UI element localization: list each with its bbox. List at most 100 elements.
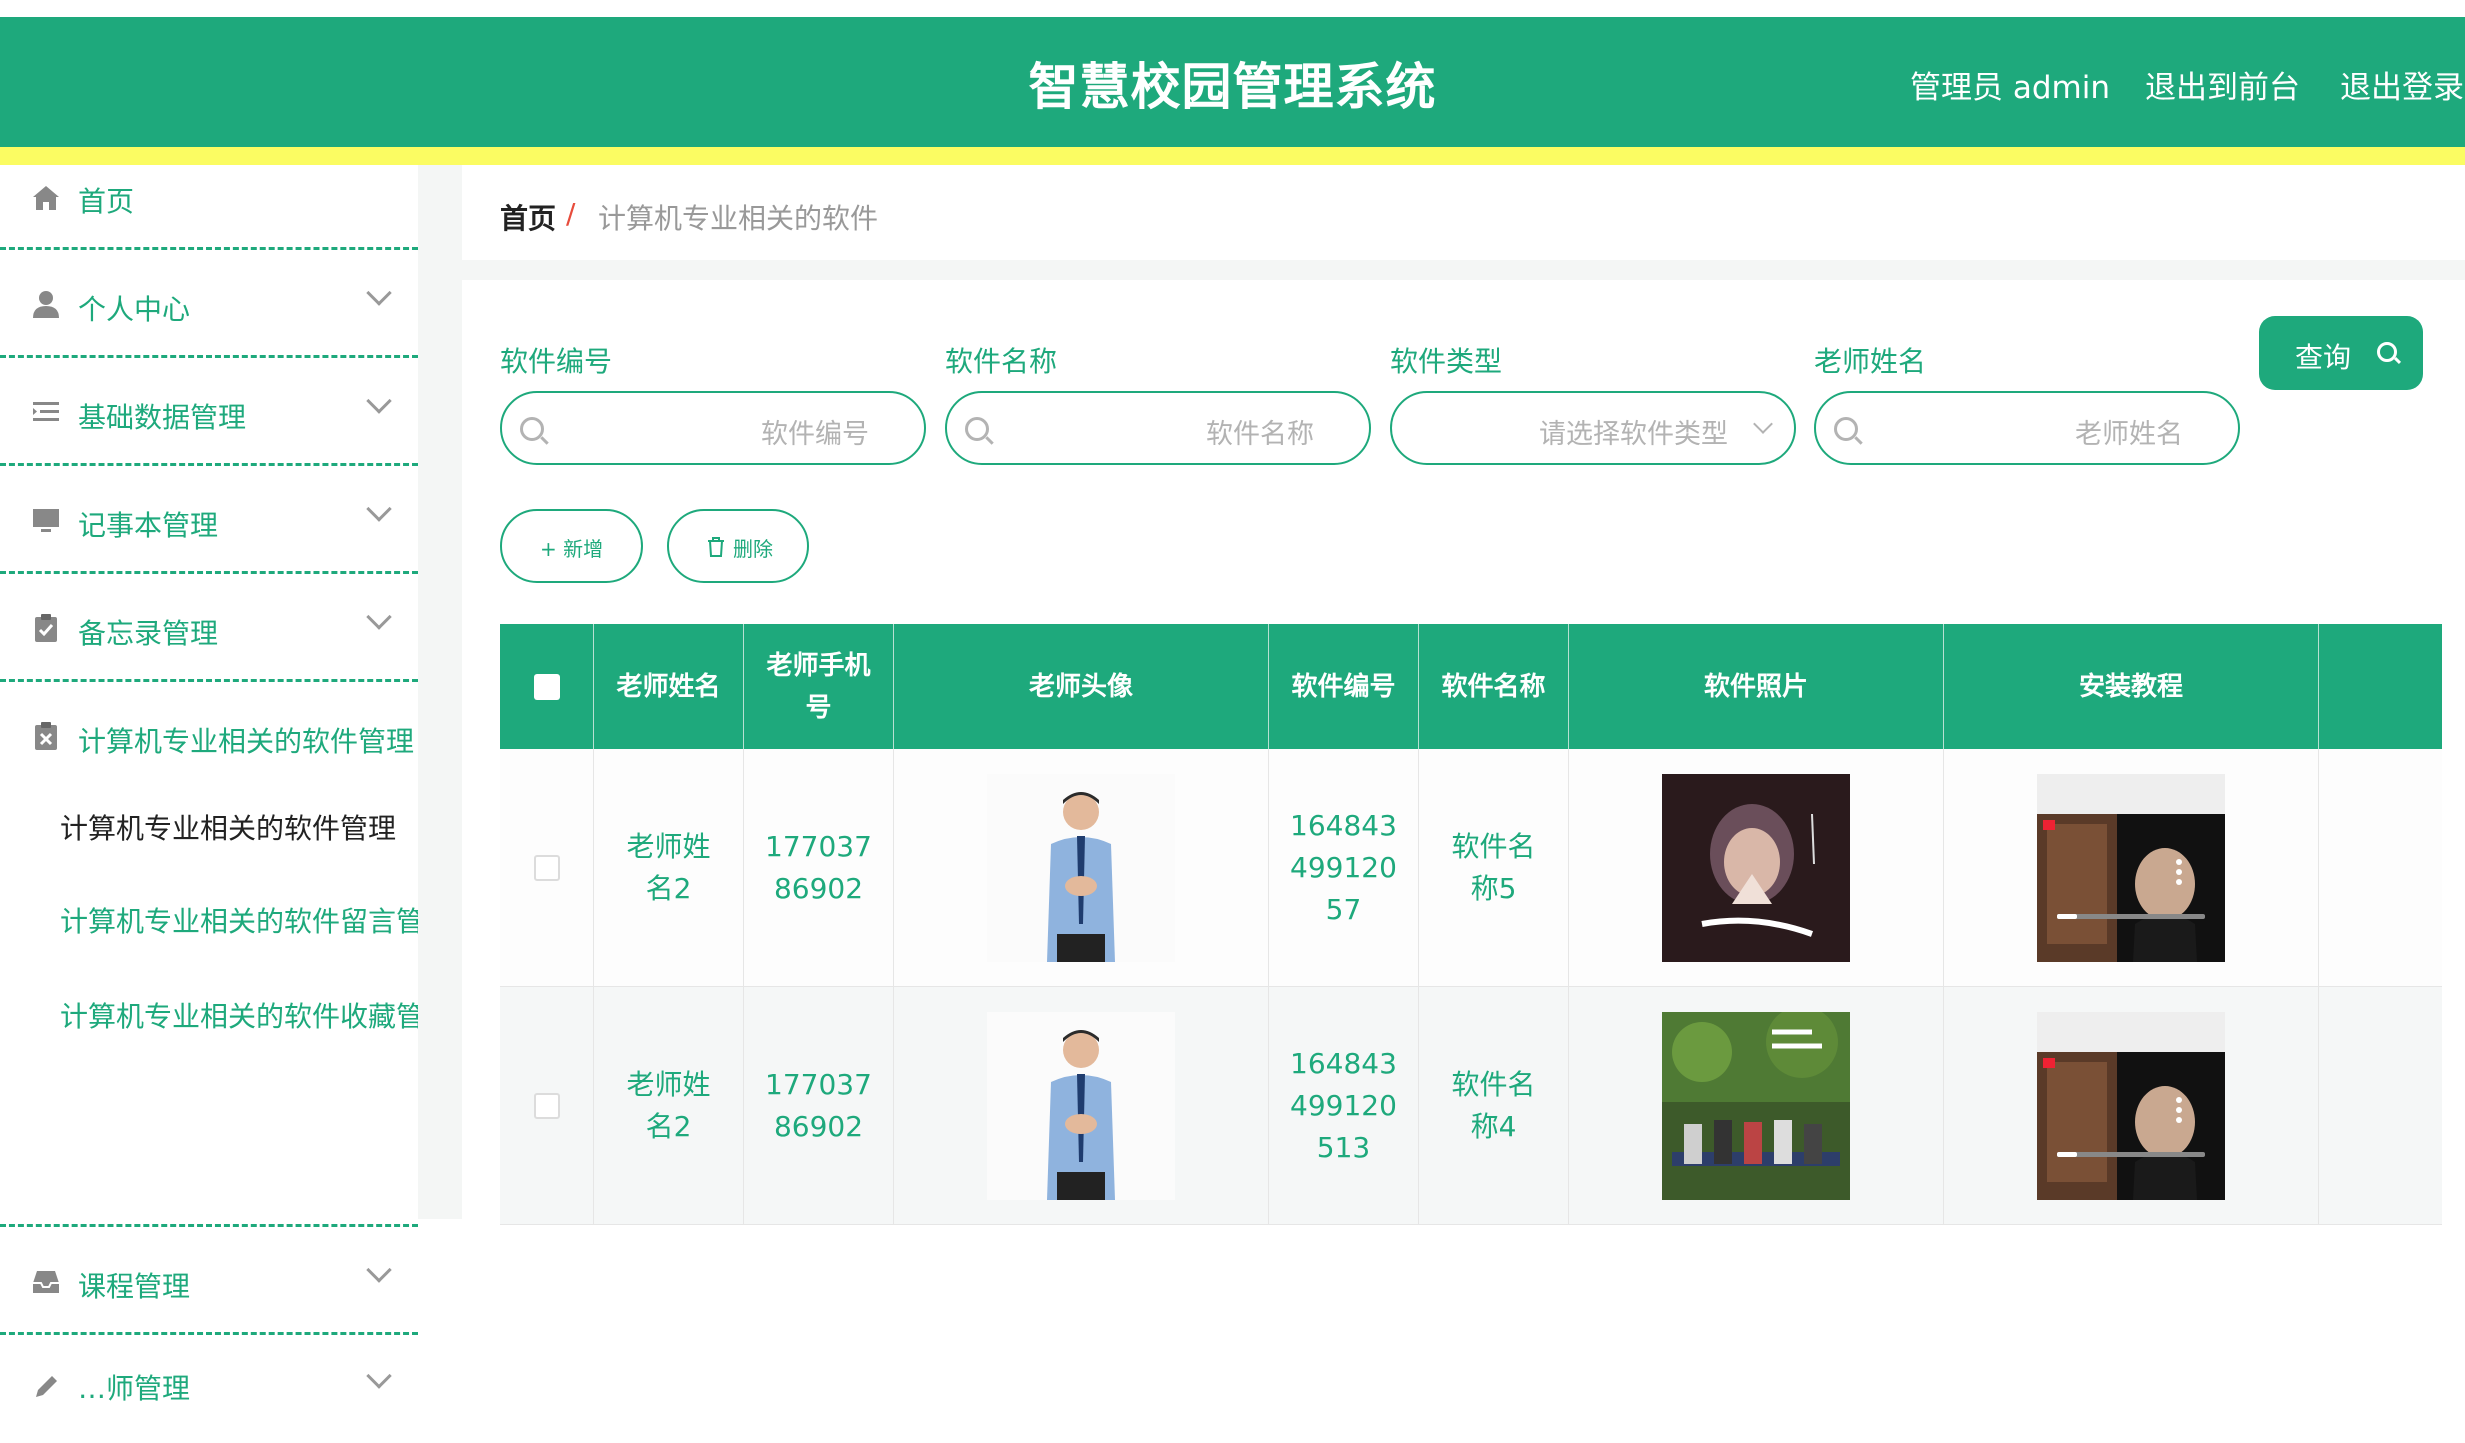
add-button-label: + 新增	[540, 537, 604, 561]
cell-teacher-name: 老师姓名2	[594, 749, 744, 987]
search-icon	[965, 417, 989, 441]
inbox-icon	[33, 1271, 59, 1293]
column-header: 软件名称	[1419, 624, 1569, 749]
sidebar-item-home[interactable]: 首页	[0, 140, 418, 250]
query-button[interactable]: 查询	[2259, 316, 2423, 390]
filter-label-type: 软件类型	[1390, 345, 1503, 378]
sidebar-item-label: 备忘录管理	[78, 617, 219, 650]
sidebar-item-software-management[interactable]: 计算机专业相关的软件管理	[0, 682, 418, 1227]
table-row: 老师姓名2 17703786902 16484349912057 软件名称5	[500, 749, 2442, 987]
admin-user-label[interactable]: 管理员 admin	[1910, 62, 2110, 107]
home-icon	[33, 186, 59, 210]
cell-actions	[2319, 749, 2442, 987]
sidebar-item-teacher[interactable]: …师管理	[0, 1335, 418, 1443]
select-all-checkbox[interactable]	[533, 673, 560, 700]
header-select-all[interactable]	[500, 624, 594, 749]
cell-teacher-avatar	[894, 987, 1269, 1225]
sidebar-subitem-software[interactable]: 计算机专业相关的软件管理	[60, 807, 396, 847]
teacher-name-input[interactable]: 老师姓名	[1814, 391, 2240, 465]
sidebar: 首页 个人中心 基础数据管理 记事本管理 备忘录管理 计算机专业相关的软件管理 …	[0, 165, 452, 1405]
software-type-select[interactable]: 请选择软件类型	[1390, 391, 1796, 465]
sidebar-subitem-software-messages[interactable]: 计算机专业相关的软件留言管理	[60, 900, 452, 940]
trash-icon	[708, 537, 724, 557]
delete-button[interactable]: 删除	[667, 509, 809, 583]
software-photo-image[interactable]	[1662, 773, 1850, 962]
select-placeholder: 请选择软件类型	[1539, 419, 1728, 450]
row-checkbox[interactable]	[533, 1092, 560, 1119]
table-row: 老师姓名2 17703786902 164843499120513 软件名称4	[500, 987, 2442, 1225]
column-header: 软件照片	[1569, 624, 1944, 749]
search-icon	[1834, 417, 1858, 441]
sidebar-item-personal-center[interactable]: 个人中心	[0, 250, 418, 358]
row-select-cell[interactable]	[500, 987, 594, 1225]
column-header: 老师手机号	[744, 624, 894, 749]
cell-teacher-avatar	[894, 749, 1269, 987]
add-button[interactable]: + 新增	[500, 509, 643, 583]
sidebar-item-label: 课程管理	[78, 1270, 191, 1303]
software-photo-image[interactable]	[1662, 1011, 1850, 1200]
cell-software-photo	[1569, 987, 1944, 1225]
filter-label-name: 软件名称	[945, 345, 1058, 378]
column-header-actions	[2319, 624, 2442, 749]
cell-teacher-phone: 17703786902	[744, 987, 894, 1225]
sidebar-item-course[interactable]: 课程管理	[0, 1227, 418, 1335]
row-select-cell[interactable]	[500, 749, 594, 987]
chevron-down-icon	[366, 280, 392, 306]
chevron-down-icon	[366, 496, 392, 522]
clipboard-check-icon	[35, 614, 57, 642]
sidebar-subitem-software-favorites[interactable]: 计算机专业相关的软件收藏管理	[60, 995, 452, 1035]
teacher-avatar-image[interactable]	[987, 773, 1175, 962]
monitor-icon	[33, 509, 59, 532]
cell-install-tutorial	[1944, 749, 2319, 987]
search-icon	[2377, 342, 2397, 362]
cell-software-code: 164843499120513	[1269, 987, 1419, 1225]
table-header: 老师姓名 老师手机号 老师头像 软件编号 软件名称 软件照片 安装教程	[500, 624, 2442, 749]
query-button-label: 查询	[2295, 341, 2352, 374]
sidebar-item-label: 计算机专业相关的软件管理	[78, 725, 415, 758]
chevron-down-icon	[366, 388, 392, 414]
input-placeholder: 软件编号	[761, 419, 869, 450]
chevron-down-icon	[1753, 414, 1773, 434]
column-header: 老师头像	[894, 624, 1269, 749]
delete-button-label: 删除	[733, 537, 773, 561]
software-code-input[interactable]: 软件编号	[500, 391, 926, 465]
software-name-input[interactable]: 软件名称	[945, 391, 1371, 465]
breadcrumb-current: 计算机专业相关的软件	[598, 202, 879, 235]
sidebar-item-notebook[interactable]: 记事本管理	[0, 466, 418, 574]
cell-software-name: 软件名称5	[1419, 749, 1569, 987]
input-placeholder: 软件名称	[1206, 419, 1314, 450]
clipboard-x-icon	[35, 722, 57, 750]
input-placeholder: 老师姓名	[2075, 419, 2183, 450]
teacher-avatar-image[interactable]	[987, 1011, 1175, 1200]
user-icon	[33, 291, 59, 318]
cell-teacher-phone: 17703786902	[744, 749, 894, 987]
cell-teacher-name: 老师姓名2	[594, 987, 744, 1225]
breadcrumb-home[interactable]: 首页	[500, 197, 556, 237]
window-top-strip	[0, 0, 2465, 17]
install-tutorial-video[interactable]	[2037, 1011, 2225, 1200]
column-header: 安装教程	[1944, 624, 2319, 749]
install-tutorial-video[interactable]	[2037, 773, 2225, 962]
cell-software-code: 16484349912057	[1269, 749, 1419, 987]
chevron-down-icon	[366, 1257, 392, 1283]
column-header: 老师姓名	[594, 624, 744, 749]
sidebar-item-label: …师管理	[78, 1372, 191, 1405]
filter-label-teacher: 老师姓名	[1814, 345, 1927, 378]
cell-software-photo	[1569, 749, 1944, 987]
cell-install-tutorial	[1944, 987, 2319, 1225]
edit-icon	[36, 1376, 57, 1397]
search-icon	[520, 417, 544, 441]
chevron-down-icon	[366, 1363, 392, 1389]
exit-to-front-link[interactable]: 退出到前台	[2145, 62, 2300, 107]
sidebar-item-label: 个人中心	[78, 293, 191, 326]
list-icon	[33, 402, 59, 421]
sidebar-item-basic-data[interactable]: 基础数据管理	[0, 358, 418, 466]
logout-link[interactable]: 退出登录	[2340, 62, 2464, 107]
row-checkbox[interactable]	[533, 854, 560, 881]
sidebar-item-label: 基础数据管理	[78, 401, 247, 434]
column-header: 软件编号	[1269, 624, 1419, 749]
sidebar-item-label: 记事本管理	[78, 509, 219, 542]
sidebar-item-memo[interactable]: 备忘录管理	[0, 574, 418, 682]
cell-actions	[2319, 987, 2442, 1225]
cell-software-name: 软件名称4	[1419, 987, 1569, 1225]
